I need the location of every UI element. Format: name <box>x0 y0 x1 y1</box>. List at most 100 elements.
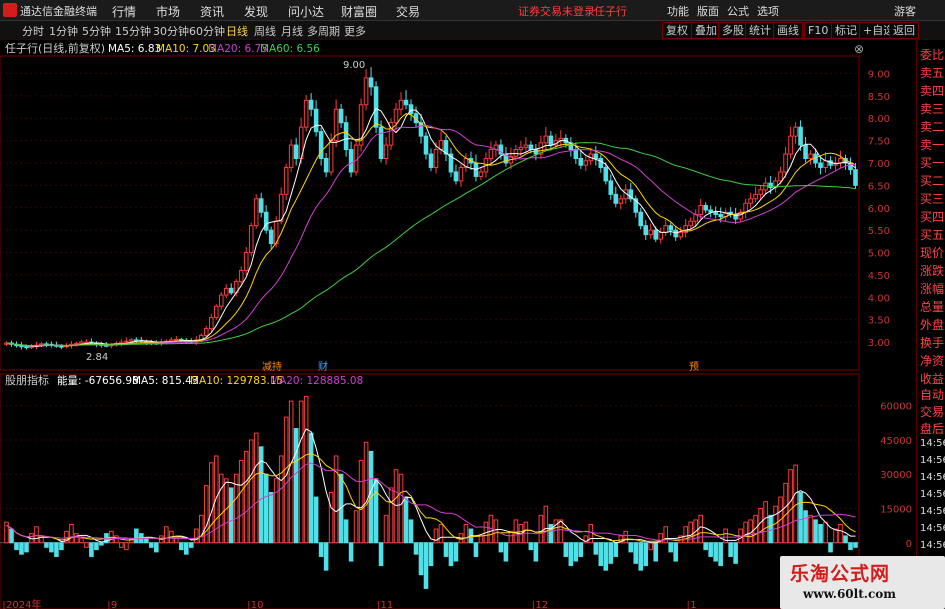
volume-bar <box>418 542 424 576</box>
volume-bar <box>99 542 104 546</box>
tab-fuquan[interactable]: 复权 <box>662 22 692 39</box>
quote-item-price: 现价 <box>920 246 945 260</box>
candle-body <box>338 108 344 124</box>
app-logo-icon <box>3 3 17 17</box>
volume-bar <box>803 510 808 544</box>
volume-bar <box>828 542 833 553</box>
volume-bar <box>853 542 858 548</box>
tab-1min[interactable]: 1分钟 <box>49 23 78 39</box>
volume-bar <box>69 523 74 544</box>
candle-body <box>288 144 294 168</box>
candle-body <box>24 346 29 349</box>
tab-more[interactable]: 更多 <box>344 23 366 39</box>
menu-zixun[interactable]: 资讯 <box>200 3 224 20</box>
volume-bar <box>398 473 404 544</box>
event-label-yu[interactable]: 预 <box>689 361 699 373</box>
kline-chart-area[interactable]: 任子行(日线,前复权) MA5: 6.83 MA10: 7.03 MA20: 6… <box>0 40 945 609</box>
tab-monthly[interactable]: 月线 <box>281 23 303 39</box>
volume-bar <box>833 528 838 544</box>
menu-wenxiaoda[interactable]: 问小达 <box>288 3 324 20</box>
menu-banmian[interactable]: 版面 <box>697 3 719 19</box>
menu-faxian[interactable]: 发现 <box>244 3 268 20</box>
candle-body <box>134 339 139 342</box>
tab-biaoji[interactable]: 标记 <box>831 22 861 39</box>
volume-bar <box>613 542 619 557</box>
volume-bar <box>568 542 574 567</box>
tab-multi-period[interactable]: 多周期 <box>307 23 340 39</box>
candle-body <box>768 182 773 189</box>
tab-15min[interactable]: 15分钟 <box>115 23 151 39</box>
menu-shichang[interactable]: 市场 <box>156 3 180 20</box>
candle-body <box>368 77 374 88</box>
user-label[interactable]: 游客 <box>894 3 916 19</box>
tab-diejia[interactable]: 叠加 <box>691 22 721 39</box>
login-notice[interactable]: 证券交易未登录 <box>518 3 595 19</box>
volume-bar <box>423 542 429 589</box>
candle-body <box>613 193 619 204</box>
tab-duogu[interactable]: 多股 <box>718 22 748 39</box>
quote-item-afterhours[interactable]: 盘后 <box>920 420 944 437</box>
candle-body <box>303 99 309 128</box>
close-icon[interactable]: ⊗ <box>854 42 864 56</box>
candle-body <box>803 144 808 160</box>
volume-bar <box>538 514 544 544</box>
volume-bar <box>74 533 79 544</box>
quote-item-trade[interactable]: 交易 <box>920 403 944 420</box>
tab-daily[interactable]: 日线 <box>226 23 248 39</box>
volume-bar <box>653 542 659 562</box>
tab-tongji[interactable]: 统计 <box>745 22 775 39</box>
volume-bar <box>758 507 763 544</box>
menu-caifuquan[interactable]: 财富圈 <box>341 3 377 20</box>
event-label-jianchi[interactable]: 减持 <box>262 360 282 373</box>
candle-body <box>593 153 599 160</box>
tab-back[interactable]: 返回 <box>889 22 919 39</box>
tab-weekly[interactable]: 周线 <box>254 23 276 39</box>
candle-body <box>818 162 823 168</box>
volume-bar <box>523 521 529 544</box>
volume-bar <box>4 521 9 544</box>
tab-30min[interactable]: 30分钟 <box>153 23 189 39</box>
volume-bar <box>363 441 369 544</box>
volume-bar <box>588 523 594 544</box>
volume-axis-tick: 60000 <box>880 402 912 413</box>
volume-bar <box>273 478 279 544</box>
quote-item-weibi: 委比 <box>920 48 945 62</box>
tab-huaxian[interactable]: 画线 <box>773 22 803 39</box>
tick-time: 14:56 <box>920 523 945 534</box>
candle-body <box>823 160 828 168</box>
watermark-url: www.60lt.com <box>803 587 896 601</box>
candle-body <box>668 225 674 231</box>
menu-xuanxiang[interactable]: 选项 <box>757 3 779 19</box>
candle-body <box>308 99 314 110</box>
volume-axis-tick: 30000 <box>880 470 912 481</box>
volume-bar <box>743 521 748 544</box>
candle-body <box>528 144 534 151</box>
volume-bar <box>543 505 549 544</box>
menu-gongneng[interactable]: 功能 <box>667 3 689 19</box>
vol-ma5-label: MA5: 815.43 <box>132 375 199 387</box>
candle-body <box>323 158 329 173</box>
tab-fenshi[interactable]: 分时 <box>22 23 44 39</box>
volume-axis-tick: 45000 <box>880 436 912 447</box>
price-axis-tick: 8.00 <box>868 114 890 125</box>
volume-bar <box>813 519 818 544</box>
menu-gongshi[interactable]: 公式 <box>727 3 749 19</box>
tab-60min[interactable]: 60分钟 <box>189 23 225 39</box>
quote-item-buy3: 买三 <box>920 192 945 206</box>
volume-bar <box>198 514 204 544</box>
candle-body <box>638 211 644 227</box>
event-label-cai[interactable]: 财 <box>318 360 328 373</box>
quote-item-auto[interactable]: 自动 <box>920 386 944 403</box>
candle-body <box>743 202 748 213</box>
price-axis-tick: 9.00 <box>868 69 890 80</box>
volume-bar <box>268 492 274 544</box>
menu-hangqing[interactable]: 行情 <box>112 3 136 20</box>
menu-jiaoyi[interactable]: 交易 <box>396 3 420 20</box>
ma-line-ma60 <box>6 142 856 347</box>
candle-body <box>643 225 649 236</box>
tab-5min[interactable]: 5分钟 <box>82 23 111 39</box>
volume-bar <box>818 523 823 544</box>
tab-f10[interactable]: F10 <box>804 22 833 39</box>
candle-body <box>378 126 384 160</box>
volume-bar <box>528 542 534 551</box>
